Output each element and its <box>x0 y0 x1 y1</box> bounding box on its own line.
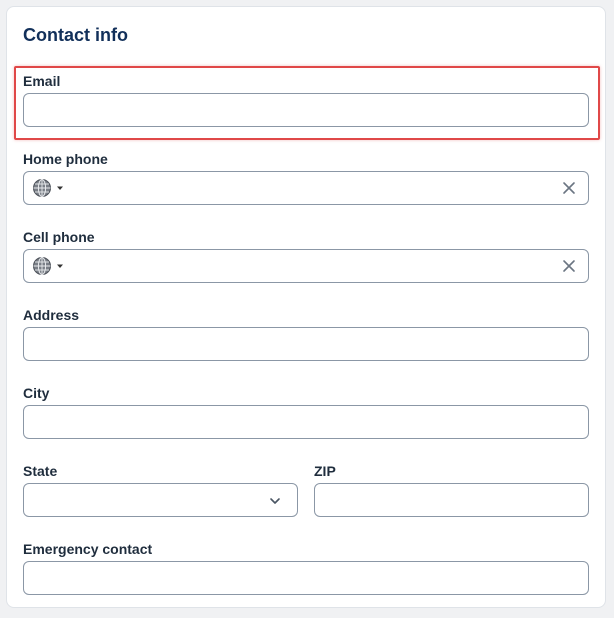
chevron-down-icon <box>270 498 280 504</box>
home-phone-input[interactable] <box>72 172 552 204</box>
cell-phone-input[interactable] <box>72 250 552 282</box>
home-phone-field[interactable] <box>23 171 589 205</box>
contact-info-card: Contact info Email Home phone Cell phone… <box>6 6 606 608</box>
caret-down-icon <box>57 264 63 268</box>
cell-phone-country-select[interactable] <box>32 256 68 276</box>
section-title: Contact info <box>23 25 128 45</box>
home-phone-country-select[interactable] <box>32 178 68 198</box>
address-input[interactable] <box>24 328 588 360</box>
zip-label: ZIP <box>314 463 336 479</box>
zip-input[interactable] <box>315 484 588 516</box>
globe-icon <box>33 179 51 197</box>
emergency-contact-field[interactable] <box>23 561 589 595</box>
cell-phone-label: Cell phone <box>23 229 95 245</box>
globe-icon <box>33 257 51 275</box>
emergency-contact-label: Emergency contact <box>23 541 153 557</box>
email-field[interactable] <box>23 93 589 127</box>
address-field[interactable] <box>23 327 589 361</box>
state-select[interactable] <box>23 483 298 517</box>
emergency-contact-input[interactable] <box>24 562 588 594</box>
address-label: Address <box>23 307 80 323</box>
email-label: Email <box>23 73 61 89</box>
caret-down-icon <box>57 186 63 190</box>
close-icon[interactable] <box>562 259 576 273</box>
city-input[interactable] <box>24 406 588 438</box>
state-label: State <box>23 463 58 479</box>
close-icon[interactable] <box>562 181 576 195</box>
home-phone-label: Home phone <box>23 151 108 167</box>
zip-field[interactable] <box>314 483 589 517</box>
city-label: City <box>23 385 50 401</box>
city-field[interactable] <box>23 405 589 439</box>
email-input[interactable] <box>24 94 588 126</box>
cell-phone-field[interactable] <box>23 249 589 283</box>
